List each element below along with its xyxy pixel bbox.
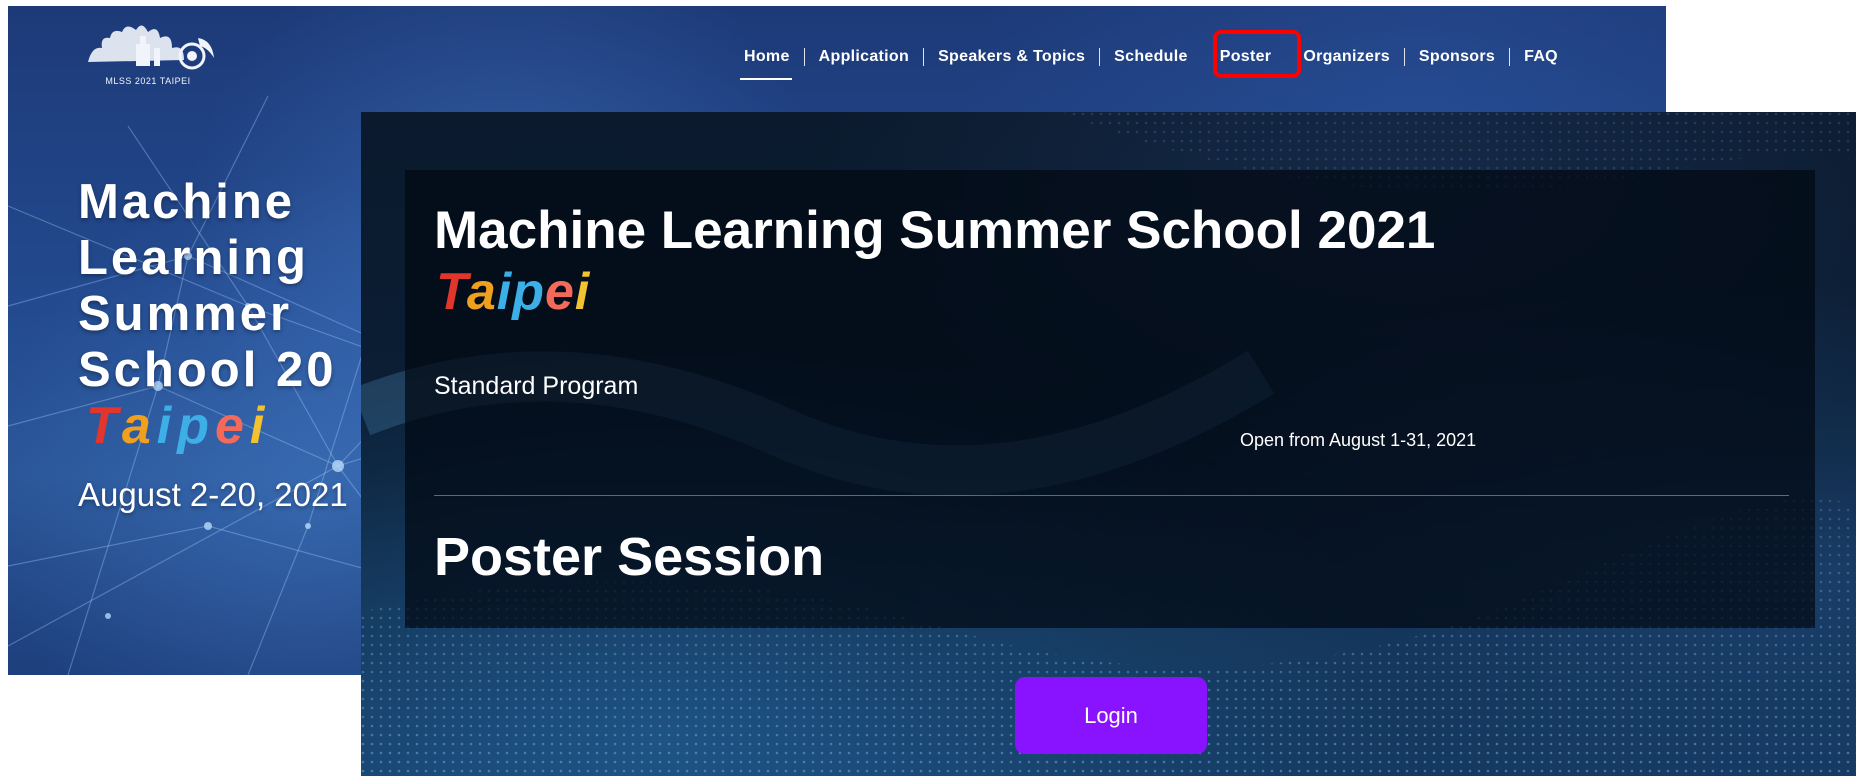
- taipei-wordmark: Taipei: [436, 263, 591, 321]
- poster-session-window: Machine Learning Summer School 2021 Taip…: [361, 112, 1856, 776]
- nav-organizers[interactable]: Organizers: [1289, 48, 1404, 66]
- poster-highlight-box: [1213, 30, 1301, 78]
- mlss-taipei-logo[interactable]: MLSS 2021 TAIPEI: [80, 18, 220, 92]
- hero-title: Machine Learning Summer School 20: [78, 175, 337, 397]
- divider: [434, 495, 1789, 496]
- nav-application[interactable]: Application: [805, 48, 923, 66]
- section-title: Poster Session: [434, 527, 825, 587]
- poster-session-card: Machine Learning Summer School 2021 Taip…: [405, 170, 1815, 628]
- hero-taipei: Taipei: [86, 397, 271, 455]
- nav-speakers-topics[interactable]: Speakers & Topics: [924, 48, 1099, 66]
- open-from-text: Open from August 1-31, 2021: [1240, 430, 1477, 450]
- logo-text: MLSS 2021 TAIPEI: [105, 76, 190, 86]
- main-nav: Home Application Speakers & Topics Sched…: [730, 40, 1572, 80]
- nav-faq[interactable]: FAQ: [1510, 48, 1572, 66]
- program-label: Standard Program: [434, 372, 639, 400]
- nav-home[interactable]: Home: [730, 48, 804, 80]
- nav-schedule[interactable]: Schedule: [1100, 48, 1202, 66]
- nav-sponsors[interactable]: Sponsors: [1405, 48, 1509, 66]
- login-button[interactable]: Login: [1015, 677, 1207, 754]
- page-title: Machine Learning Summer School 2021: [434, 201, 1436, 260]
- hero-dates: August 2-20, 2021: [78, 476, 348, 513]
